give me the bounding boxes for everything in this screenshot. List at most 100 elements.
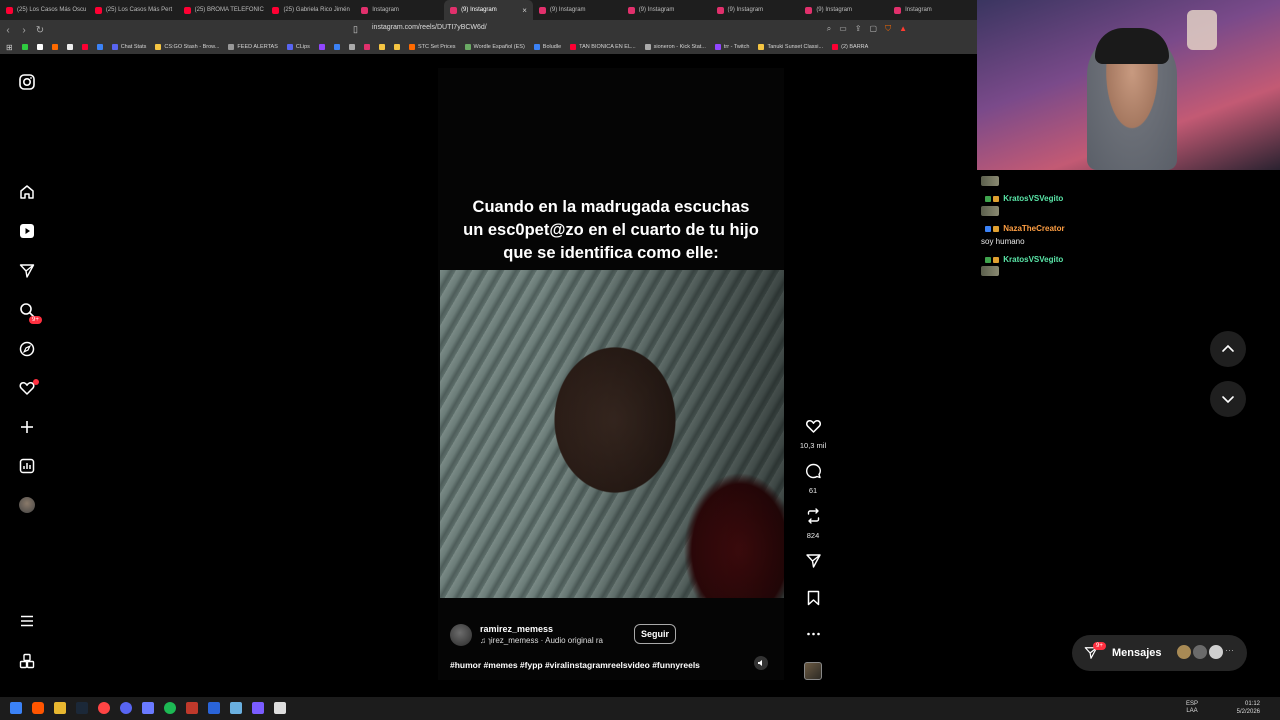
like-action[interactable]: 10,3 mil — [797, 418, 829, 450]
comment-icon[interactable] — [805, 463, 822, 479]
bookmark-item[interactable]: Boludle — [533, 44, 561, 50]
dashboard-icon[interactable] — [17, 456, 37, 476]
more-dots-icon[interactable] — [805, 626, 822, 642]
repost-action[interactable]: 824 — [797, 508, 829, 540]
bookmark-item[interactable]: CLips — [286, 44, 310, 50]
more-options-action[interactable] — [797, 626, 829, 647]
bookmark-item[interactable]: Chat Stats — [111, 44, 146, 50]
bookmark-item[interactable] — [333, 44, 340, 50]
comment-action[interactable]: 61 — [797, 463, 829, 495]
browser-tab[interactable]: (9) Instagram — [711, 0, 800, 20]
lang-top: ESP — [1185, 701, 1198, 707]
audio-thumbnail[interactable] — [804, 662, 822, 680]
author-avatar[interactable] — [450, 624, 472, 646]
home-icon[interactable] — [17, 182, 37, 202]
bookmark-item[interactable]: (2) BARRA — [832, 44, 868, 50]
follow-button[interactable]: Seguir — [634, 624, 677, 644]
reel-author: ramirez_memess ♫ ɿirez_memess · Audio or… — [450, 624, 603, 646]
brave-shield-icon[interactable]: ⛉ — [885, 24, 891, 34]
bookmark-item[interactable] — [363, 44, 370, 50]
bookmark-item[interactable] — [378, 44, 385, 50]
browser-tab[interactable]: (25) Los Casos Más Pert — [89, 0, 178, 20]
bookmark-save-icon[interactable] — [805, 590, 822, 606]
browser-tab[interactable]: (25) BROMA TELEFONIC — [178, 0, 267, 20]
start-icon[interactable] — [10, 702, 22, 714]
forward-icon[interactable]: › — [16, 25, 32, 36]
bookmark-item[interactable]: sioneron - Kick Stat... — [644, 44, 706, 50]
browser-tab[interactable]: Instagram — [355, 0, 444, 20]
previous-reel-button[interactable] — [1210, 331, 1246, 367]
app-icon[interactable] — [252, 702, 264, 714]
bookmark-favicon-icon — [363, 44, 370, 50]
like-heart-icon[interactable] — [805, 418, 822, 434]
wallet-icon[interactable]: ▢ — [870, 24, 878, 34]
bookmark-item[interactable] — [96, 44, 103, 50]
more-dots-icon[interactable]: ··· — [1225, 645, 1234, 655]
bookmark-item[interactable] — [21, 44, 28, 50]
bookmark-item[interactable] — [348, 44, 355, 50]
browser-tab[interactable]: (9) Instagram — [533, 0, 622, 20]
bookmark-item[interactable] — [66, 44, 73, 50]
app-icon[interactable] — [142, 702, 154, 714]
bookmark-icon[interactable]: ▯ — [353, 24, 358, 35]
share-action[interactable] — [797, 553, 829, 574]
browser-tab[interactable]: (9) Instagram × — [444, 0, 533, 20]
reels-icon[interactable] — [17, 221, 37, 241]
app-icon[interactable] — [230, 702, 242, 714]
explore-icon[interactable] — [17, 339, 37, 359]
create-plus-icon[interactable] — [17, 417, 37, 437]
bookmark-item[interactable]: trr - Twitch — [714, 44, 749, 50]
author-username[interactable]: ramirez_memess — [480, 624, 553, 634]
bookmark-label: (2) BARRA — [841, 44, 869, 50]
browser-tab[interactable]: (25) Los Casos Más Oscu — [0, 0, 89, 20]
bookmark-item[interactable]: TAN BIONICA EN EL... — [570, 44, 636, 50]
steam-icon[interactable] — [76, 702, 88, 714]
browser-tab[interactable]: (9) Instagram — [622, 0, 711, 20]
language-indicator[interactable]: ESP LAA — [1186, 701, 1198, 715]
bookmark-item[interactable]: CS:GO Stash - Brow... — [155, 44, 219, 50]
bookmark-item[interactable]: FEED ALERTAS — [228, 44, 278, 50]
app-icon[interactable] — [274, 702, 286, 714]
bookmark-item[interactable] — [393, 44, 400, 50]
mute-toggle[interactable] — [754, 656, 768, 670]
screen-icon[interactable]: ▭ — [839, 24, 847, 34]
browser-tab[interactable]: (25) Gabriela Rico Jimén — [266, 0, 355, 20]
app-icon[interactable] — [98, 702, 110, 714]
share-icon[interactable]: ⇪ — [855, 24, 862, 34]
url-field[interactable]: instagram.com/reels/DUTI7yBCW6d/ — [372, 24, 487, 31]
back-icon[interactable]: ‹ — [0, 25, 16, 36]
zoom-icon[interactable]: ⌕ — [827, 24, 831, 34]
save-action[interactable] — [797, 590, 829, 611]
bookmark-item[interactable] — [81, 44, 88, 50]
bookmark-item[interactable]: Wordle Español (ES) — [464, 44, 525, 50]
more-menu-icon[interactable] — [17, 611, 37, 631]
bookmark-item[interactable] — [51, 44, 58, 50]
bookmark-item[interactable]: STC Set Prices — [408, 44, 456, 50]
tab-close-icon[interactable]: × — [522, 6, 527, 15]
discord-icon[interactable] — [120, 702, 132, 714]
also-from-meta-icon[interactable] — [17, 651, 37, 671]
app-icon[interactable] — [208, 702, 220, 714]
browser-tab[interactable]: Instagram — [888, 0, 977, 20]
brave-rewards-icon[interactable]: ▲ — [899, 24, 907, 34]
file-explorer-icon[interactable] — [54, 702, 66, 714]
audio-label[interactable]: ♫ ɿirez_memess · Audio original ra — [480, 636, 616, 645]
apps-grid-icon[interactable]: ⊞ — [6, 43, 13, 52]
reel-hashtags[interactable]: #humor #memes #fypp #viralinstagramreels… — [450, 660, 700, 670]
profile-avatar[interactable] — [17, 495, 37, 515]
repost-icon[interactable] — [805, 508, 822, 524]
bookmark-item[interactable] — [318, 44, 325, 50]
reel-player[interactable]: Cuando en la madrugada escuchas un esc0p… — [438, 68, 784, 680]
brave-icon[interactable] — [32, 702, 44, 714]
reload-icon[interactable]: ↻ — [32, 25, 48, 36]
share-send-icon[interactable] — [805, 553, 822, 569]
bookmark-item[interactable] — [36, 44, 43, 50]
system-clock[interactable]: 01:12 5/2/2026 — [1237, 700, 1260, 716]
instagram-logo-icon[interactable] — [17, 72, 37, 92]
next-reel-button[interactable] — [1210, 381, 1246, 417]
bookmark-item[interactable]: Tanuki Sunset Classi... — [758, 44, 823, 50]
app-icon[interactable] — [186, 702, 198, 714]
spotify-icon[interactable] — [164, 702, 176, 714]
direct-messages-icon[interactable] — [17, 261, 37, 281]
browser-tab[interactable]: (9) Instagram — [799, 0, 888, 20]
